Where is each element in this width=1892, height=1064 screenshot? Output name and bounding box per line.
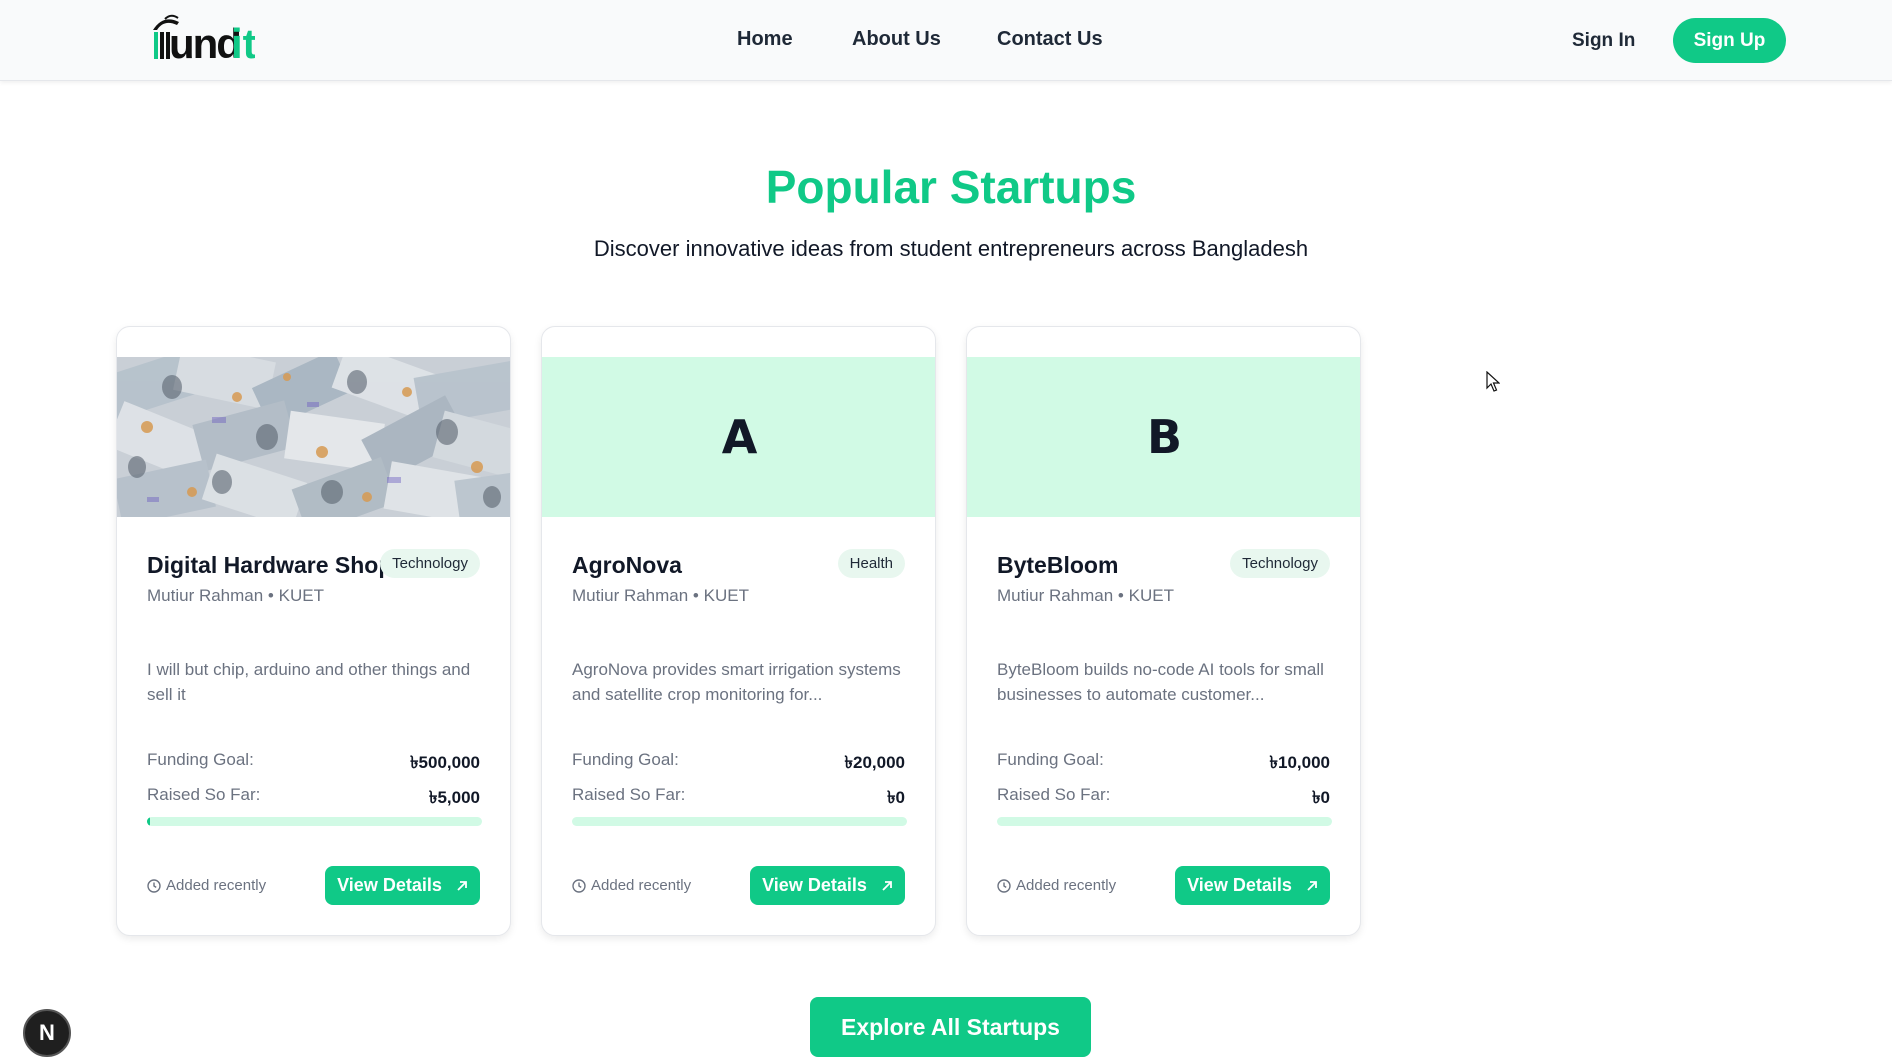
view-details-button[interactable]: View Details	[325, 866, 480, 905]
funding-progress-bar	[147, 817, 482, 826]
startup-initial: A	[542, 357, 935, 517]
startup-author: Mutiur Rahman • KUET	[147, 586, 324, 605]
category-badge: Technology	[1230, 549, 1330, 578]
svg-text:it: it	[231, 20, 255, 64]
svg-text:und: und	[169, 20, 240, 64]
startup-card: Digital Hardware Shop Technology Mutiur …	[116, 326, 511, 936]
startup-author: Mutiur Rahman • KUET	[572, 586, 749, 605]
raised-value: ৳5,000	[428, 788, 480, 807]
navbar: und it Home About Us Contact Us Sign In …	[0, 0, 1892, 81]
view-details-label: View Details	[337, 875, 442, 895]
funding-goal-label: Funding Goal:	[572, 750, 679, 769]
startup-title[interactable]: ByteBloom	[997, 552, 1118, 579]
section-title: Popular Startups	[765, 161, 1137, 213]
section-subtitle: Discover innovative ideas from student e…	[593, 236, 1309, 261]
nav-contact-us[interactable]: Contact Us	[997, 28, 1103, 51]
mouse-cursor-icon	[1486, 371, 1500, 392]
sign-up-button[interactable]: Sign Up	[1673, 18, 1786, 63]
sign-in-link[interactable]: Sign In	[1572, 30, 1635, 52]
view-details-button[interactable]: View Details	[1175, 866, 1330, 905]
raised-label: Raised So Far:	[997, 785, 1111, 804]
view-details-button[interactable]: View Details	[750, 866, 905, 905]
view-details-label: View Details	[762, 875, 867, 895]
startup-image[interactable]	[117, 342, 510, 535]
raised-value: ৳0	[1312, 788, 1330, 807]
startup-description: AgroNova provides smart irrigation syste…	[572, 660, 901, 704]
startup-card: B ByteBloom Technology Mutiur Rahman • K…	[966, 326, 1361, 936]
funding-goal-value: ৳500,000	[410, 753, 480, 772]
startup-image-placeholder[interactable]: A	[542, 357, 935, 517]
clock-icon	[572, 878, 586, 893]
funding-progress-fill	[147, 817, 151, 826]
clock-icon	[147, 878, 161, 893]
added-time: Added recently	[997, 877, 1116, 894]
arrow-up-right-icon	[457, 880, 467, 891]
startup-title[interactable]: AgroNova	[572, 552, 682, 579]
arrow-up-right-icon	[1307, 880, 1317, 891]
view-details-label: View Details	[1187, 875, 1292, 895]
startup-image-placeholder[interactable]: B	[967, 357, 1360, 517]
arrow-up-right-icon	[882, 880, 892, 891]
startup-initial: B	[967, 357, 1360, 517]
funding-goal-label: Funding Goal:	[147, 750, 254, 769]
raised-label: Raised So Far:	[572, 785, 686, 804]
nav-home[interactable]: Home	[737, 28, 793, 51]
funding-goal-label: Funding Goal:	[997, 750, 1104, 769]
explore-all-startups-button[interactable]: Explore All Startups	[810, 997, 1091, 1057]
clock-icon	[997, 878, 1011, 893]
added-time-text: Added recently	[166, 877, 267, 894]
raised-value: ৳0	[887, 788, 905, 807]
added-time: Added recently	[147, 877, 266, 894]
funding-progress-bar	[572, 817, 907, 826]
added-time: Added recently	[572, 877, 691, 894]
startup-description: I will but chip, arduino and other thing…	[147, 660, 471, 704]
startup-author: Mutiur Rahman • KUET	[997, 586, 1174, 605]
nav-about-us[interactable]: About Us	[852, 28, 941, 51]
raised-label: Raised So Far:	[147, 785, 261, 804]
added-time-text: Added recently	[591, 877, 692, 894]
startup-title[interactable]: Digital Hardware Shop	[147, 552, 392, 579]
startup-card: A AgroNova Health Mutiur Rahman • KUET A…	[541, 326, 936, 936]
funding-goal-value: ৳10,000	[1269, 753, 1330, 772]
startup-description: ByteBloom builds no-code AI tools for sm…	[997, 660, 1324, 704]
funding-progress-bar	[997, 817, 1332, 826]
fundit-logo[interactable]: und it	[151, 10, 257, 67]
dev-tools-badge[interactable]: N	[23, 1009, 71, 1057]
added-time-text: Added recently	[1016, 877, 1117, 894]
category-badge: Health	[837, 549, 905, 578]
funding-goal-value: ৳20,000	[844, 753, 905, 772]
category-badge: Technology	[380, 549, 480, 578]
